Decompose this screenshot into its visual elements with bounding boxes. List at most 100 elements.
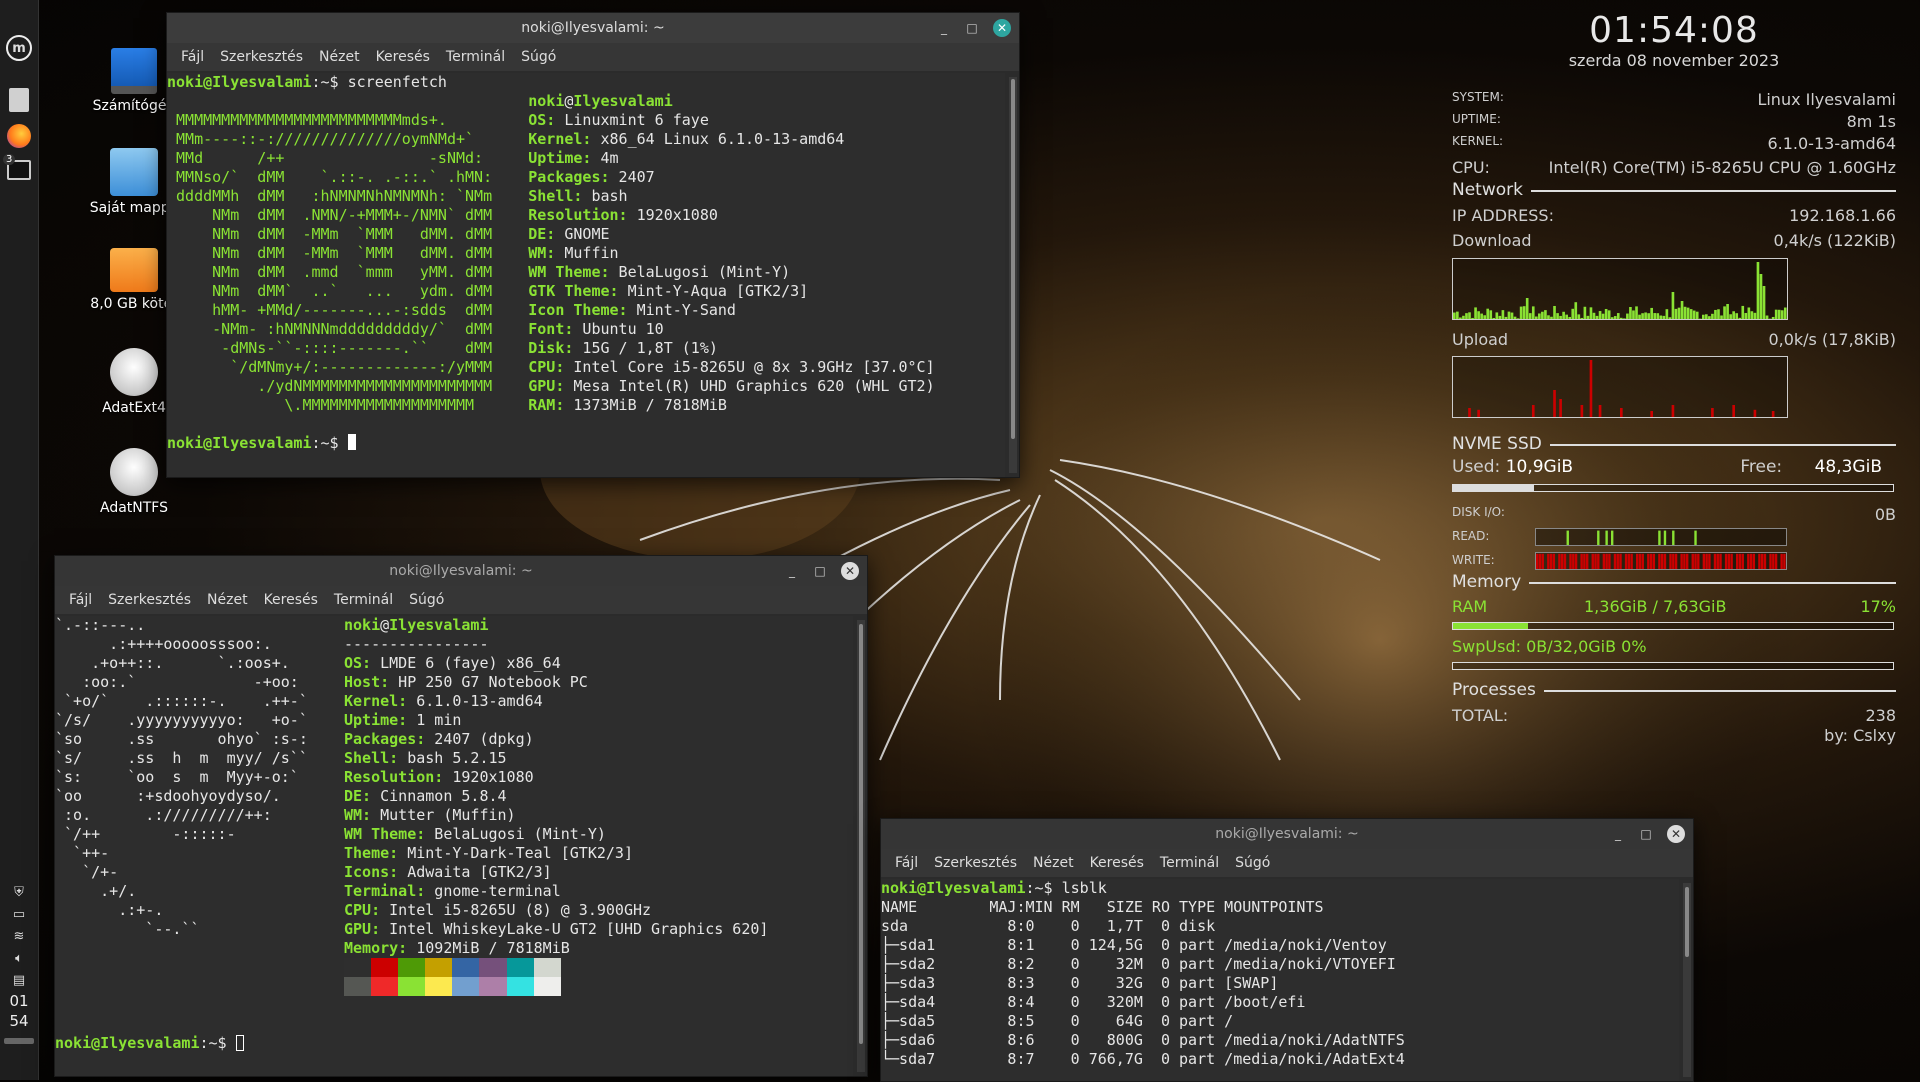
disk-write-bar bbox=[1625, 554, 1627, 569]
neofetch-line: .+o++::. `.:oos+. OS: LMDE 6 (faye) x86_… bbox=[55, 654, 853, 673]
screenfetch-line: ddddMMh dMM :hNMNMNhNMNMNh: `NMm Shell: … bbox=[167, 187, 1005, 206]
info-value: 15G / 1,8T (1%) bbox=[573, 339, 718, 357]
neofetch-line: Memory: 1092MiB / 7818MiB bbox=[55, 939, 853, 958]
menu-help[interactable]: Súgó bbox=[401, 592, 452, 608]
disk-write-bar bbox=[1539, 554, 1541, 569]
menu-help[interactable]: Súgó bbox=[1227, 855, 1278, 871]
window-titlebar[interactable]: noki@Ilyesvalami: ~ _ □ ✕ bbox=[55, 556, 867, 586]
download-graph-bar bbox=[1581, 318, 1584, 319]
menu-help[interactable]: Súgó bbox=[513, 49, 564, 65]
minimize-button[interactable]: _ bbox=[937, 21, 951, 35]
menu-view[interactable]: Nézet bbox=[199, 592, 256, 608]
menu-edit[interactable]: Szerkesztés bbox=[926, 855, 1025, 871]
download-graph-bar bbox=[1760, 274, 1763, 319]
shield-icon[interactable]: ⛨ bbox=[10, 885, 28, 901]
download-graph-bar bbox=[1538, 313, 1541, 319]
mint-menu-icon[interactable]: m bbox=[5, 34, 33, 62]
terminal-window-lsblk[interactable]: noki@Ilyesvalami: ~ _ □ ✕ Fájl Szerkeszt… bbox=[880, 818, 1694, 1082]
files-icon[interactable] bbox=[5, 86, 33, 114]
disk-write-bar bbox=[1742, 554, 1744, 569]
terminal-output[interactable]: noki@Ilyesvalami:~$ lsblkNAME MAJ:MIN RM… bbox=[881, 879, 1679, 1081]
download-graph-bar bbox=[1617, 313, 1620, 319]
download-graph-bar bbox=[1741, 306, 1744, 319]
volume-icon[interactable]: 🔈︎ bbox=[10, 951, 28, 967]
disk-write-bar bbox=[1658, 554, 1660, 569]
logo-art: hMM- +MMd/-------...-:sdds dMM bbox=[167, 301, 528, 319]
upload-graph bbox=[1452, 356, 1788, 418]
terminal-output[interactable]: `.-::---.. noki@Ilyesvalami .:++++ooooos… bbox=[55, 616, 853, 1076]
maximize-button[interactable]: □ bbox=[813, 564, 827, 578]
download-graph-bar bbox=[1644, 312, 1647, 319]
menu-search[interactable]: Keresés bbox=[368, 49, 438, 65]
panel-clock-minute[interactable]: 54 bbox=[0, 1012, 38, 1030]
close-button[interactable]: ✕ bbox=[993, 19, 1011, 37]
menu-edit[interactable]: Szerkesztés bbox=[212, 49, 311, 65]
terminal-window-screenfetch[interactable]: noki@Ilyesvalami: ~ _ □ ✕ Fájl Szerkeszt… bbox=[166, 12, 1020, 478]
scrollbar[interactable] bbox=[1009, 77, 1017, 473]
screenfetch-line: ./ydNMMMMMMMMMMMMMMMMMMMMM GPU: Mesa Int… bbox=[167, 377, 1005, 396]
download-graph-bar bbox=[1669, 317, 1672, 319]
download-graph-bar bbox=[1678, 308, 1681, 319]
info-user: noki bbox=[528, 92, 564, 110]
blank-line bbox=[55, 996, 853, 1015]
firefox-icon[interactable] bbox=[5, 122, 33, 150]
download-graph-bar bbox=[1693, 311, 1696, 319]
download-graph-bar bbox=[1532, 306, 1535, 319]
terminal-output[interactable]: noki@Ilyesvalami:~$ screenfetch noki@Ily… bbox=[167, 73, 1005, 477]
panel-clock-hour[interactable]: 01 bbox=[0, 992, 38, 1010]
display-icon[interactable]: ▭ bbox=[10, 907, 28, 923]
logo-art: `--.`` bbox=[55, 920, 344, 938]
menu-terminal[interactable]: Terminál bbox=[1152, 855, 1227, 871]
menu-search[interactable]: Keresés bbox=[1082, 855, 1152, 871]
maximize-button[interactable]: □ bbox=[965, 21, 979, 35]
download-graph-bar bbox=[1711, 314, 1714, 319]
terminal-window-neofetch[interactable]: noki@Ilyesvalami: ~ _ □ ✕ Fájl Szerkeszt… bbox=[54, 555, 868, 1077]
network-header: Network bbox=[1452, 180, 1896, 200]
menu-edit[interactable]: Szerkesztés bbox=[100, 592, 199, 608]
download-graph-bar bbox=[1744, 313, 1747, 319]
download-graph-bar bbox=[1520, 307, 1523, 319]
menu-terminal[interactable]: Terminál bbox=[326, 592, 401, 608]
maximize-button[interactable]: □ bbox=[1639, 827, 1653, 841]
scrollbar[interactable] bbox=[857, 620, 865, 1072]
download-graph-bar bbox=[1492, 318, 1495, 319]
download-graph-bar bbox=[1587, 316, 1590, 319]
ip-value: 192.168.1.66 bbox=[1789, 206, 1896, 225]
window-titlebar[interactable]: noki@Ilyesvalami: ~ _ □ ✕ bbox=[881, 819, 1693, 849]
terminal-taskbar-icon[interactable]: 3 bbox=[5, 156, 33, 184]
wifi-icon[interactable]: ≋ bbox=[10, 929, 28, 945]
minimize-button[interactable]: _ bbox=[1611, 827, 1625, 841]
logo-art: NMm dMM .mmd `mmm yMM. dMM bbox=[167, 263, 528, 281]
menu-file[interactable]: Fájl bbox=[887, 855, 926, 871]
close-button[interactable]: ✕ bbox=[1667, 825, 1685, 843]
logo-art bbox=[55, 939, 344, 957]
close-button[interactable]: ✕ bbox=[841, 562, 859, 580]
show-desktop-button[interactable] bbox=[4, 1038, 34, 1044]
lsblk-row: ├─sda1 8:1 0 124,5G 0 part /media/noki/V… bbox=[881, 936, 1679, 955]
minimize-button[interactable]: _ bbox=[785, 564, 799, 578]
info-key: Packages: bbox=[344, 730, 425, 748]
download-graph-bar bbox=[1754, 313, 1757, 319]
menu-search[interactable]: Keresés bbox=[256, 592, 326, 608]
menu-file[interactable]: Fájl bbox=[61, 592, 100, 608]
download-graph-bar bbox=[1641, 313, 1644, 319]
disk-write-bar bbox=[1564, 554, 1566, 569]
command-text: screenfetch bbox=[348, 73, 447, 91]
menu-terminal[interactable]: Terminál bbox=[438, 49, 513, 65]
menu-view[interactable]: Nézet bbox=[1025, 855, 1082, 871]
clipboard-icon[interactable]: ▤ bbox=[10, 973, 28, 989]
disk-write-bar bbox=[1714, 554, 1716, 569]
info-key: OS: bbox=[344, 654, 371, 672]
info-key: Shell: bbox=[528, 187, 582, 205]
info-value: 1092MiB / 7818MiB bbox=[407, 939, 570, 957]
window-titlebar[interactable]: noki@Ilyesvalami: ~ _ □ ✕ bbox=[167, 13, 1019, 43]
download-graph-bar bbox=[1690, 309, 1693, 319]
neofetch-line: :o. .://///////++: WM: Mutter (Muffin) bbox=[55, 806, 853, 825]
disk-read-bar bbox=[1597, 531, 1599, 545]
menu-file[interactable]: Fájl bbox=[173, 49, 212, 65]
download-graph-bar bbox=[1553, 306, 1556, 319]
scrollbar[interactable] bbox=[1683, 883, 1691, 1077]
menu-view[interactable]: Nézet bbox=[311, 49, 368, 65]
palette-swatch bbox=[452, 977, 479, 996]
processes-header: Processes bbox=[1452, 680, 1896, 700]
